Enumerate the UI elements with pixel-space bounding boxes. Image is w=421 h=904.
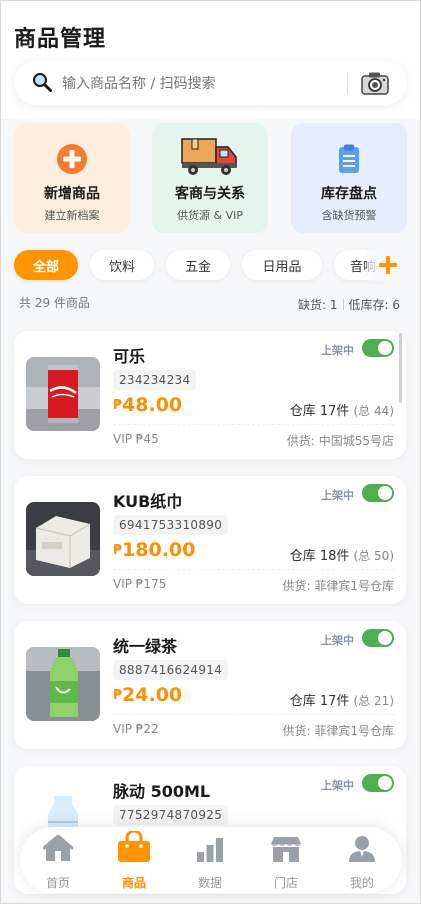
supplier: 供货: 菲律宾1号仓库 [282, 579, 395, 593]
bar-chart-icon [197, 838, 223, 862]
header: 商品管理 输入商品名称 / 扫码搜索 [1, 1, 420, 119]
product-card[interactable]: 统一绿茶 8887416624914 上架中 ₱24.00 仓库 17件 (总 … [14, 621, 406, 749]
bottom-tabbar: 首页 商品 数据 门店 我的 [20, 827, 402, 893]
listing-toggle[interactable] [362, 629, 394, 647]
product-barcode: 8887416624914 [113, 660, 229, 680]
stock-info: 仓库 18件 (总 50) [290, 545, 394, 564]
shopping-bag-icon [118, 831, 150, 862]
price-value: 180.00 [122, 539, 196, 561]
listing-toggle[interactable] [362, 484, 394, 502]
tab-label: 数据 [197, 876, 222, 890]
product-card[interactable]: 可乐 234234234 上架中 ₱48.00 仓库 17件 (总 44) VI… [14, 331, 406, 459]
store-icon [271, 837, 301, 862]
product-price: ₱180.00 [113, 539, 195, 561]
quick-action-title: 新增商品 [44, 186, 100, 202]
quick-action-add-product[interactable]: 新增商品 建立新档案 [14, 123, 130, 233]
product-name: 统一绿茶 [113, 637, 178, 656]
tab-products[interactable]: 商品 [96, 827, 172, 893]
quick-action-partners[interactable]: 客商与关系 供货源 & VIP [152, 123, 268, 233]
search-divider [347, 72, 348, 94]
product-image [26, 502, 100, 576]
product-image [26, 357, 100, 431]
search-input[interactable]: 输入商品名称 / 扫码搜索 [62, 73, 216, 93]
vip-price: VIP ₱45 [113, 432, 159, 446]
tab-profile[interactable]: 我的 [324, 827, 400, 893]
category-chip-all[interactable]: 全部 [14, 250, 78, 280]
quick-action-subtitle: 含缺货预警 [321, 209, 377, 222]
tab-label: 我的 [349, 876, 374, 890]
product-barcode: 7752974870925 [113, 805, 229, 825]
vip-price: VIP ₱22 [113, 722, 159, 736]
category-chip-drinks[interactable]: 饮料 [90, 250, 154, 280]
out-of-stock-count[interactable]: 缺货: 1 [298, 298, 338, 312]
product-barcode: 234234234 [113, 370, 197, 390]
home-icon [43, 835, 73, 861]
status-label: 上架中 [321, 634, 354, 647]
quick-action-title: 库存盘点 [321, 186, 377, 202]
currency-symbol: ₱ [113, 543, 123, 558]
quick-action-title: 客商与关系 [175, 186, 245, 202]
delivery-truck-icon [181, 138, 237, 175]
tab-home[interactable]: 首页 [20, 827, 96, 893]
low-stock-count[interactable]: 低库存: 6 [349, 298, 401, 312]
total-stock: (总 21) [353, 694, 394, 708]
divider [113, 424, 394, 425]
product-name: KUB纸巾 [113, 492, 183, 511]
status-label: 上架中 [321, 779, 354, 792]
product-name: 可乐 [113, 347, 146, 366]
category-chip-daily[interactable]: 日用品 [242, 250, 322, 280]
plus-icon [379, 256, 397, 274]
listing-toggle[interactable] [362, 774, 394, 792]
product-image [26, 647, 100, 721]
plus-circle-icon [57, 144, 87, 174]
page-title: 商品管理 [14, 27, 107, 52]
quick-action-subtitle: 建立新档案 [44, 209, 100, 222]
product-barcode: 6941753310890 [113, 515, 229, 535]
clipboard-icon [339, 144, 359, 173]
divider [342, 299, 344, 310]
total-stock: (总 50) [353, 549, 394, 563]
product-count: 共 29 件商品 [19, 296, 90, 310]
supplier: 供货: 中国城55号店 [286, 434, 394, 448]
quick-action-inventory[interactable]: 库存盘点 含缺货预警 [291, 123, 407, 233]
status-label: 上架中 [321, 344, 354, 357]
tab-label: 门店 [273, 876, 298, 890]
tab-store[interactable]: 门店 [248, 827, 324, 893]
vip-price: VIP ₱175 [113, 577, 167, 591]
warehouse-stock: 仓库 18件 [289, 549, 350, 564]
warehouse-stock: 仓库 17件 [289, 404, 350, 419]
product-name: 脉动 500ML [113, 782, 211, 801]
stock-info: 仓库 17件 (总 44) [290, 400, 394, 419]
category-chip-hardware[interactable]: 五金 [166, 250, 230, 280]
category-filter: 全部 饮料 五金 日用品 音响 [1, 248, 420, 282]
divider [113, 569, 394, 570]
price-value: 48.00 [122, 394, 183, 416]
product-price: ₱24.00 [113, 684, 182, 706]
scrollbar[interactable] [399, 333, 402, 403]
price-value: 24.00 [122, 684, 183, 706]
status-label: 上架中 [321, 489, 354, 502]
stock-info: 仓库 17件 (总 21) [290, 690, 394, 709]
total-stock: (总 44) [353, 404, 394, 418]
camera-scan-icon[interactable] [361, 71, 389, 95]
tab-data[interactable]: 数据 [172, 827, 248, 893]
product-price: ₱48.00 [113, 394, 182, 416]
warehouse-stock: 仓库 17件 [289, 694, 350, 709]
search-bar[interactable]: 输入商品名称 / 扫码搜索 [14, 61, 407, 105]
app-screen: 商品管理 输入商品名称 / 扫码搜索 新增商品 建立新档案 客商与关系 供货源 … [0, 0, 421, 904]
tab-label: 首页 [45, 876, 70, 890]
product-card[interactable]: KUB纸巾 6941753310890 上架中 ₱180.00 仓库 18件 (… [14, 476, 406, 604]
tab-label: 商品 [121, 876, 146, 890]
listing-toggle[interactable] [362, 339, 394, 357]
stock-summary: 缺货: 1 低库存: 6 [298, 296, 400, 313]
user-icon [349, 836, 375, 862]
search-icon [33, 73, 52, 92]
quick-action-subtitle: 供货源 & VIP [177, 209, 243, 222]
add-category-button[interactable] [367, 248, 409, 282]
supplier: 供货: 菲律宾1号仓库 [282, 724, 395, 738]
currency-symbol: ₱ [113, 398, 123, 413]
divider [113, 714, 394, 715]
currency-symbol: ₱ [113, 688, 123, 703]
